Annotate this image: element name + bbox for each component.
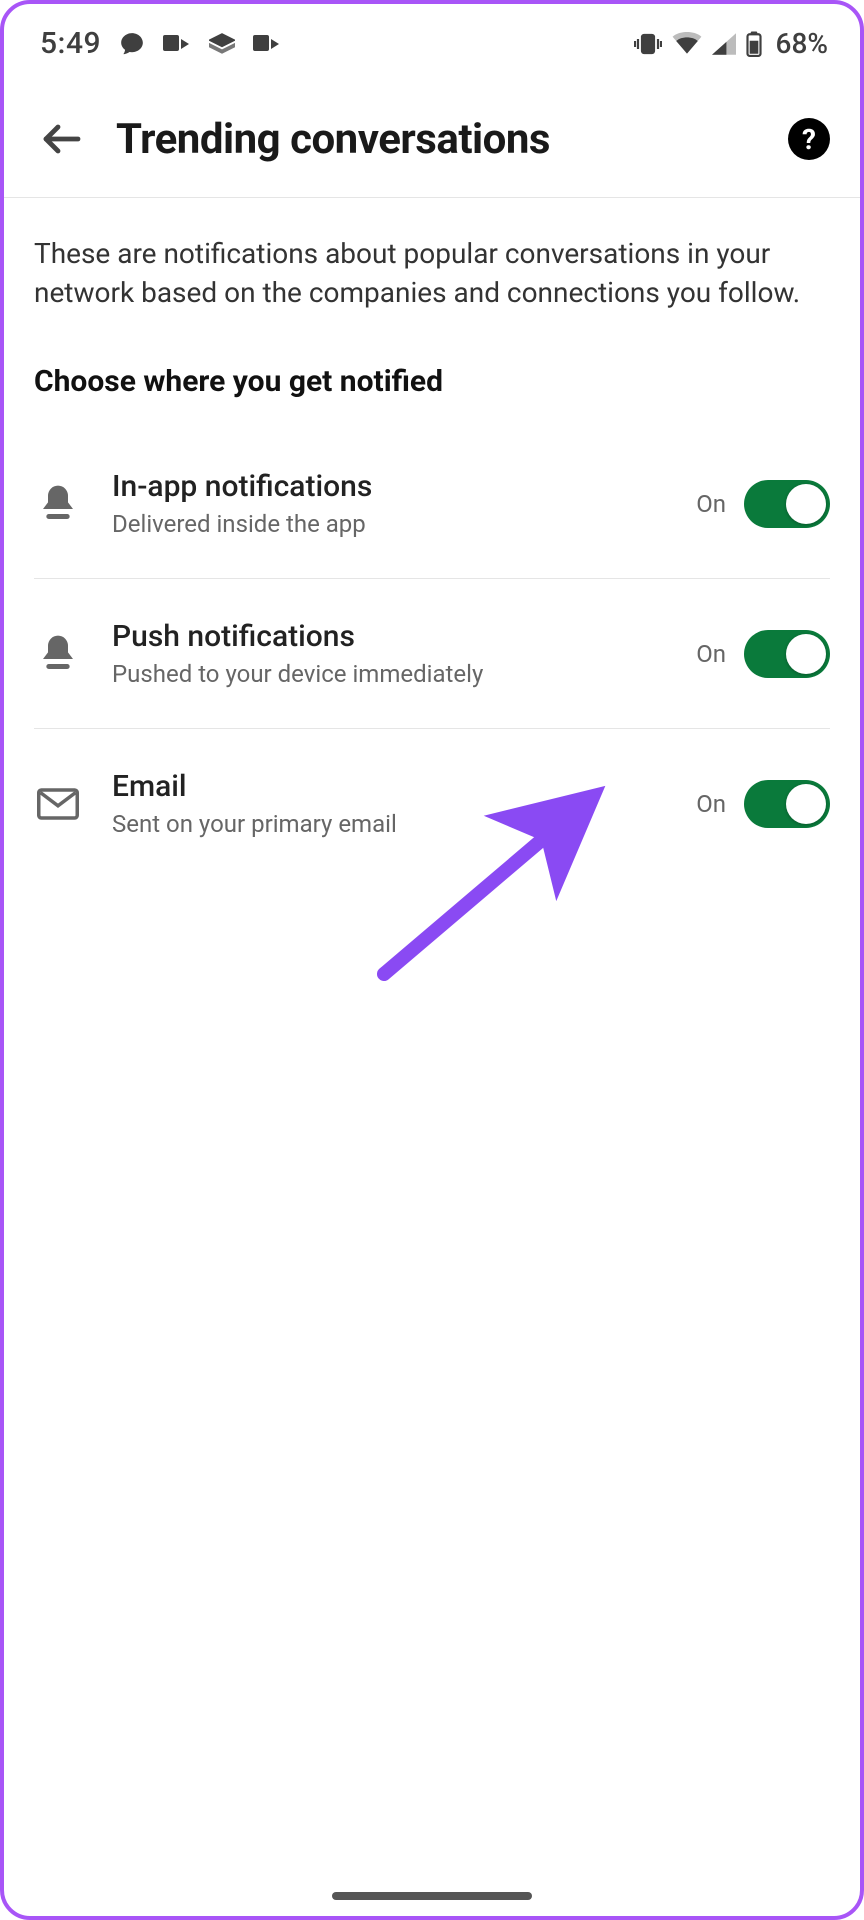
arrow-left-icon	[38, 115, 86, 163]
status-right: 68%	[634, 27, 828, 60]
back-button[interactable]	[34, 111, 90, 167]
option-email[interactable]: Email Sent on your primary email On	[34, 729, 830, 878]
battery-percent: 68%	[776, 27, 828, 60]
status-left: 5:49	[40, 26, 281, 61]
chat-bubble-icon	[119, 31, 145, 57]
option-title: Email	[112, 769, 696, 804]
page-title: Trending conversations	[116, 115, 788, 164]
option-title: In-app notifications	[112, 469, 696, 504]
option-push[interactable]: Push notifications Pushed to your device…	[34, 579, 830, 729]
section-title: Choose where you get notified	[34, 364, 830, 399]
toggle-push[interactable]	[744, 630, 830, 678]
toggle-in-app[interactable]	[744, 480, 830, 528]
battery-icon	[746, 31, 762, 57]
option-subtitle: Pushed to your device immediately	[112, 660, 696, 688]
toggle-state-label: On	[696, 490, 726, 518]
app-header: Trending conversations ?	[4, 73, 860, 198]
vibrate-icon	[634, 32, 662, 56]
outlook-icon-1	[163, 33, 191, 55]
toggle-state-label: On	[696, 640, 726, 668]
toggle-state-label: On	[696, 790, 726, 818]
option-title: Push notifications	[112, 619, 696, 654]
mail-icon	[34, 787, 82, 821]
option-subtitle: Delivered inside the app	[112, 510, 696, 538]
outlook-icon-2	[253, 33, 281, 55]
content: These are notifications about popular co…	[4, 198, 860, 878]
home-indicator[interactable]	[332, 1892, 532, 1900]
wifi-icon	[672, 32, 702, 56]
option-in-app[interactable]: In-app notifications Delivered inside th…	[34, 429, 830, 579]
options-list: In-app notifications Delivered inside th…	[34, 429, 830, 878]
bell-icon	[34, 632, 82, 676]
question-icon: ?	[802, 123, 816, 156]
bell-icon	[34, 482, 82, 526]
status-bar: 5:49 68%	[4, 4, 860, 73]
help-button[interactable]: ?	[788, 118, 830, 160]
toggle-email[interactable]	[744, 780, 830, 828]
option-subtitle: Sent on your primary email	[112, 810, 696, 838]
page-description: These are notifications about popular co…	[34, 234, 830, 312]
package-icon	[209, 33, 235, 55]
signal-icon	[712, 33, 736, 55]
status-time: 5:49	[40, 26, 101, 61]
